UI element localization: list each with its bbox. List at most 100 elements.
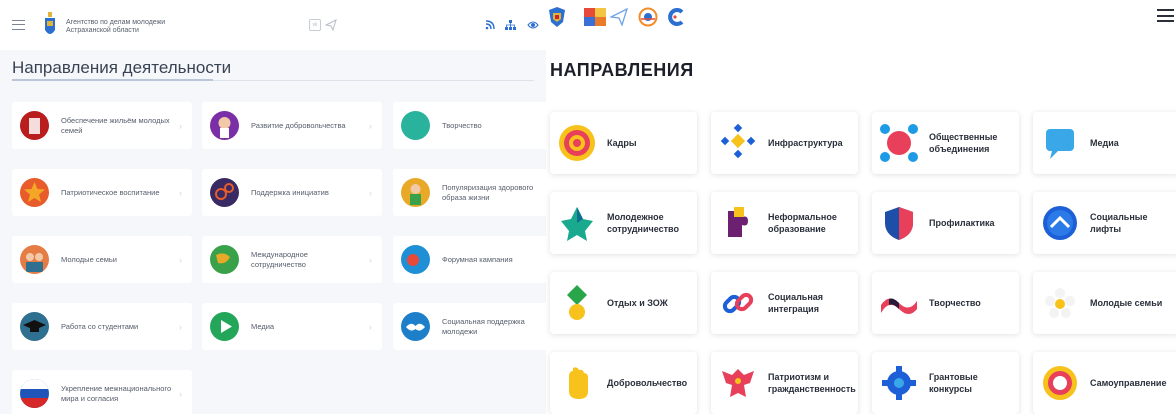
direction-card-left[interactable]: Обеспечение жильём молодых семей › xyxy=(12,102,192,149)
rss-icon[interactable] xyxy=(484,19,496,31)
diamonds-icon xyxy=(718,123,758,163)
direction-label: Патриотизм и гражданственность xyxy=(768,372,856,394)
chevron-right-icon: › xyxy=(179,322,182,332)
graduation-cap-icon xyxy=(20,312,49,341)
direction-card-left[interactable]: Патриотическое воспитание › xyxy=(12,169,192,216)
direction-card-right[interactable]: Общественные объединения xyxy=(872,112,1019,174)
direction-label: Молодежное сотрудничество xyxy=(607,212,679,234)
direction-label: Общественные объединения xyxy=(929,132,998,154)
eye-icon[interactable] xyxy=(527,19,539,31)
org-name-line1: Агентство по делам молодежи xyxy=(66,19,166,26)
menu-icon[interactable] xyxy=(1157,9,1174,22)
direction-label: Обеспечение жильём молодых семей xyxy=(61,115,170,135)
ring-icon xyxy=(1040,363,1080,403)
direction-card-right[interactable]: Неформальное образование xyxy=(711,192,858,254)
flag-icon xyxy=(20,379,49,408)
telegram-icon[interactable] xyxy=(325,19,337,31)
direction-label: Укрепление межнационального мира и согла… xyxy=(61,383,172,403)
direction-card-right[interactable]: Профилактика xyxy=(872,192,1019,254)
direction-label: Медиа xyxy=(251,321,275,331)
chevron-right-icon: › xyxy=(369,255,372,265)
paper-plane-icon[interactable] xyxy=(610,8,628,26)
direction-label: Инфраструктура xyxy=(768,138,843,148)
direction-label: Кадры xyxy=(607,138,637,148)
direction-card-right[interactable]: Социальные лифты xyxy=(1033,192,1176,254)
direction-card-left[interactable]: Укрепление межнационального мира и согла… xyxy=(12,370,192,414)
menu-icon[interactable] xyxy=(12,20,25,30)
badge-icon[interactable] xyxy=(638,7,658,27)
emblem-icon[interactable] xyxy=(546,6,568,28)
direction-card-right[interactable]: Инфраструктура xyxy=(711,112,858,174)
bird-icon xyxy=(401,111,430,140)
direction-label: Патриотическое воспитание xyxy=(61,187,160,197)
c-logo-icon[interactable] xyxy=(667,7,687,27)
direction-card-right[interactable]: Отдых и ЗОЖ xyxy=(550,272,697,334)
direction-card-right[interactable]: Добровольчество xyxy=(550,352,697,414)
coat-of-arms-icon[interactable] xyxy=(44,12,56,38)
direction-label: Неформальное образование xyxy=(768,212,837,234)
left-panel: Агентство по делам молодежи Астраханской… xyxy=(0,0,573,414)
direction-label: Медиа xyxy=(1090,138,1119,148)
family-icon xyxy=(20,245,49,274)
chevron-right-icon: › xyxy=(369,188,372,198)
direction-card-left[interactable]: Медиа › xyxy=(202,303,382,350)
direction-card-left[interactable]: Развитие добровольчества › xyxy=(202,102,382,149)
play-icon xyxy=(210,312,239,341)
chevron-right-icon: › xyxy=(179,255,182,265)
direction-card-right[interactable]: Медиа xyxy=(1033,112,1176,174)
direction-card-left[interactable]: Работа со студентами › xyxy=(12,303,192,350)
flag-icon[interactable] xyxy=(584,8,606,26)
gear-icon xyxy=(879,363,919,403)
org-name[interactable]: Агентство по делам молодежи Астраханской… xyxy=(66,19,206,35)
right-panel: НАПРАВЛЕНИЯ Кадры Инфраструктура Обществен… xyxy=(546,0,1176,414)
direction-label: Социальная поддержка молодежи xyxy=(442,316,525,336)
direction-label: Социальная интеграция xyxy=(768,292,824,314)
direction-card-left[interactable]: Международное сотрудничество › xyxy=(202,236,382,283)
sitemap-icon[interactable] xyxy=(504,19,516,31)
title-underline xyxy=(12,79,213,81)
handshake-icon xyxy=(401,312,430,341)
chevron-right-icon: › xyxy=(179,188,182,198)
volunteer-icon xyxy=(210,111,239,140)
chevron-right-icon: › xyxy=(369,322,372,332)
puzzle-icon xyxy=(718,203,758,243)
direction-card-left[interactable]: Молодые семьи › xyxy=(12,236,192,283)
flower-icon xyxy=(1040,283,1080,323)
star-icon xyxy=(20,178,49,207)
medal-icon xyxy=(557,283,597,323)
direction-label: Развитие добровольчества xyxy=(251,120,346,130)
house-icon xyxy=(20,111,49,140)
direction-card-right[interactable]: Молодежное сотрудничество xyxy=(550,192,697,254)
target-icon xyxy=(557,123,597,163)
vk-icon[interactable]: vk xyxy=(309,19,321,31)
direction-card-left[interactable]: Поддержка инициатив › xyxy=(202,169,382,216)
chevron-right-icon: › xyxy=(179,389,182,399)
section-title: НАПРАВЛЕНИЯ xyxy=(550,60,694,80)
direction-label: Работа со студентами xyxy=(61,321,139,331)
ribbon-icon xyxy=(879,283,919,323)
direction-label: Отдых и ЗОЖ xyxy=(607,298,668,308)
eagle-icon xyxy=(718,363,758,403)
star-shape-icon xyxy=(557,203,597,243)
chevron-up-icon xyxy=(1040,203,1080,243)
org-name-line2: Астраханской области xyxy=(66,27,139,34)
direction-card-right[interactable]: Грантовые конкурсы xyxy=(872,352,1019,414)
direction-label: Форумная кампания xyxy=(442,254,513,264)
direction-card-right[interactable]: Социальная интеграция xyxy=(711,272,858,334)
direction-label: Творчество xyxy=(929,298,981,308)
gears-icon xyxy=(210,178,239,207)
direction-label: Молодые семьи xyxy=(1090,298,1163,308)
direction-card-right[interactable]: Самоуправление xyxy=(1033,352,1176,414)
link-icon xyxy=(718,283,758,323)
direction-label: Поддержка инициатив xyxy=(251,187,329,197)
hand-icon xyxy=(557,363,597,403)
direction-card-right[interactable]: Кадры xyxy=(550,112,697,174)
direction-card-right[interactable]: Патриотизм и гражданственность xyxy=(711,352,858,414)
direction-card-right[interactable]: Творчество xyxy=(872,272,1019,334)
shield-icon xyxy=(879,203,919,243)
direction-card-right[interactable]: Молодые семьи xyxy=(1033,272,1176,334)
direction-label: Грантовые конкурсы xyxy=(929,372,978,394)
direction-label: Профилактика xyxy=(929,218,995,228)
chat-bubble-icon xyxy=(1040,123,1080,163)
chevron-right-icon: › xyxy=(179,121,182,131)
